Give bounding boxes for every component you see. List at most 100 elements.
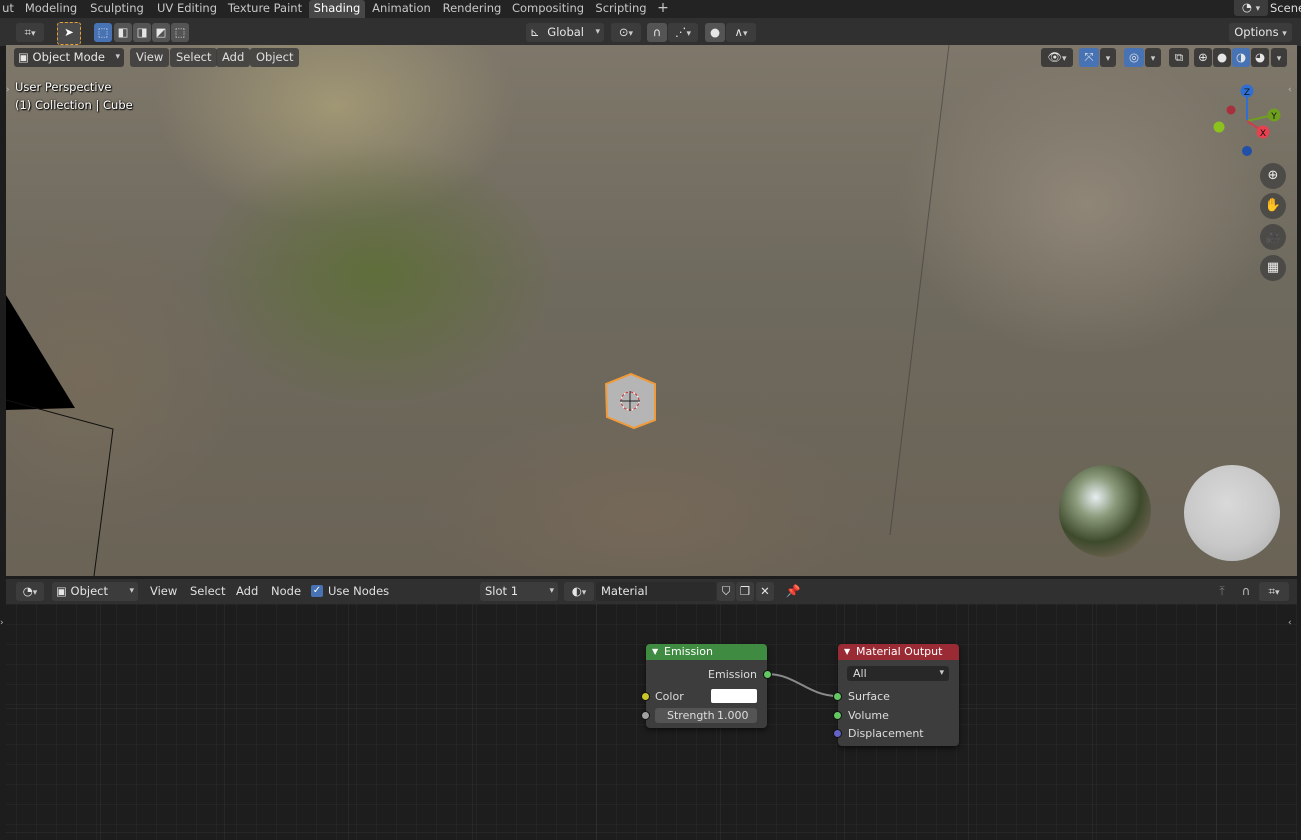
material-output-header[interactable]: ▼ Material Output (838, 644, 959, 660)
shield-icon: ⛉ (721, 584, 731, 598)
tab-modeling[interactable]: Modeling (22, 0, 80, 18)
displacement-input-socket[interactable] (833, 729, 842, 738)
use-nodes-checkbox[interactable]: ✓ (311, 585, 323, 597)
emission-output-label: Emission (708, 668, 757, 681)
node-menu-add[interactable]: Add (230, 582, 264, 601)
output-target-dropdown[interactable]: All ▾ (847, 666, 949, 681)
tab-sculpting[interactable]: Sculpting (87, 0, 147, 18)
scene-selector[interactable]: ◔ ▾ (1234, 0, 1268, 16)
duplicate-icon: ❐ (739, 584, 751, 598)
editor-type-button[interactable]: ⌗▾ (16, 23, 44, 42)
color-input-socket[interactable] (641, 692, 650, 701)
select-mode-extend[interactable]: ◧ (114, 23, 132, 42)
tab-compositing[interactable]: Compositing (511, 0, 585, 18)
cursor-icon: ➤ (64, 25, 74, 39)
tab-scripting[interactable]: Scripting (592, 0, 650, 18)
scene-name[interactable]: Scene (1270, 0, 1301, 18)
material-sphere-icon: ◐ (571, 584, 582, 598)
proportional-falloff-dropdown[interactable]: ∧▾ (726, 23, 756, 42)
tab-rendering[interactable]: Rendering (440, 0, 504, 18)
node-snap-dropdown[interactable]: ⌗▾ (1259, 582, 1289, 601)
node-menu-view[interactable]: View (144, 582, 183, 601)
navigation-gizmo[interactable]: Z Y X (1204, 81, 1284, 161)
tab-shading[interactable]: Shading (309, 0, 365, 18)
chevron-down-icon: ▾ (628, 29, 634, 39)
workspace-tab-bar: ut Modeling Sculpting UV Editing Texture… (0, 0, 1301, 18)
snap-magnet-icon[interactable]: ∩ (1237, 582, 1255, 601)
material-browse-button[interactable]: ◐▾ (564, 582, 594, 601)
material-name-field[interactable]: Material (596, 582, 716, 601)
select-mode-invert[interactable]: ◩ (152, 23, 170, 42)
pin-icon[interactable]: 📌 (784, 582, 802, 601)
node-editor-type-button[interactable]: ◔▾ (16, 582, 44, 601)
snap-toggle[interactable]: ∩ (647, 23, 667, 42)
hand-pan-icon[interactable]: ✋ (1260, 193, 1286, 219)
volume-label: Volume (848, 709, 889, 722)
strength-field[interactable]: Strength 1.000 (655, 708, 757, 723)
material-output-node[interactable]: ▼ Material Output All ▾ Surface Volume D… (833, 644, 959, 746)
chevron-down-icon: ▾ (549, 586, 554, 596)
emission-node-title: Emission (664, 645, 713, 658)
material-name-value: Material (601, 584, 648, 598)
shader-type-value: Object (70, 584, 108, 598)
chevron-down-icon: ▾ (686, 29, 692, 39)
scene-icon: ◔ (1241, 0, 1252, 14)
fake-user-button[interactable]: ⛉ (717, 582, 735, 601)
camera-view-icon[interactable]: 🎥 (1260, 224, 1286, 250)
select-intersect-icon: ⬚ (174, 25, 186, 39)
gizmo-neg-y-handle[interactable] (1213, 121, 1225, 133)
tab-texture-paint[interactable]: Texture Paint (226, 0, 304, 18)
unlink-material-button[interactable]: ✕ (756, 582, 774, 601)
node-toolbar-expand-icon[interactable]: › (0, 618, 4, 628)
options-dropdown[interactable]: Options ▾ (1229, 23, 1292, 42)
emission-to-surface-link (766, 673, 839, 697)
select-tool-button[interactable]: ➤ (57, 22, 81, 45)
new-material-button[interactable]: ❐ (736, 582, 754, 601)
select-invert-icon: ◩ (155, 25, 167, 39)
transform-orientation-value: Global (547, 25, 584, 39)
parent-node-tree-icon[interactable]: ⤒ (1213, 582, 1231, 601)
tab-animation[interactable]: Animation (369, 0, 434, 18)
select-subtract-icon: ◨ (136, 25, 148, 39)
shader-type-dropdown[interactable]: ▣ Object ▾ (52, 582, 138, 601)
emission-node-header[interactable]: ▼ Emission (646, 644, 767, 660)
select-mode-intersect[interactable]: ⬚ (171, 23, 189, 42)
select-mode-new[interactable]: ⬚ (94, 23, 112, 42)
diffuse-preview-sphere (1184, 465, 1280, 561)
proportional-edit-toggle[interactable]: ● (705, 23, 725, 42)
select-extend-icon: ◧ (117, 25, 129, 39)
emission-node[interactable]: ▼ Emission Emission Color Strength 1.000 (641, 644, 772, 728)
emission-output-socket[interactable] (763, 670, 772, 679)
collapse-arrow-icon[interactable]: ▼ (844, 644, 850, 660)
strength-input-socket[interactable] (641, 711, 650, 720)
use-nodes-label: Use Nodes (328, 584, 390, 598)
gizmo-neg-x-handle[interactable] (1226, 105, 1236, 115)
node-editor-canvas[interactable]: › ‹ ▼ Emission Emission Color Strength 1… (0, 604, 1297, 840)
slot-dropdown[interactable]: Slot 1 ▾ (480, 582, 558, 601)
chevron-down-icon: ▾ (1274, 588, 1280, 598)
gizmo-neg-z-handle[interactable] (1242, 146, 1252, 156)
output-target-value: All (853, 667, 867, 680)
select-mode-subtract[interactable]: ◨ (133, 23, 151, 42)
collapse-arrow-icon[interactable]: ▼ (652, 644, 658, 660)
gizmo-y-label: Y (1270, 112, 1277, 122)
node-menu-node[interactable]: Node (265, 582, 307, 601)
color-swatch[interactable] (711, 689, 757, 703)
transform-orientation-dropdown[interactable]: ⊾ Global ▾ (526, 23, 604, 42)
perspective-grid-icon[interactable]: ▦ (1260, 255, 1286, 281)
light-line (889, 45, 950, 536)
volume-input-socket[interactable] (833, 711, 842, 720)
chevron-down-icon: ▾ (595, 27, 600, 37)
pivot-point-dropdown[interactable]: ⊙▾ (611, 23, 641, 42)
node-menu-select[interactable]: Select (184, 582, 231, 601)
zoom-icon[interactable]: ⊕ (1260, 163, 1286, 189)
3d-viewport[interactable]: ▣ Object Mode ▾ View Select Add Object 👁… (6, 45, 1297, 576)
tab-uv-editing[interactable]: UV Editing (153, 0, 221, 18)
chevron-down-icon: ▾ (1282, 29, 1287, 39)
tab-layout[interactable]: ut (0, 0, 16, 18)
color-label: Color (655, 690, 684, 703)
snap-target-dropdown[interactable]: ⋰▾ (668, 23, 698, 42)
box-select-icon: ⬚ (97, 25, 109, 39)
add-workspace-button[interactable]: + (654, 0, 672, 18)
surface-input-socket[interactable] (833, 692, 842, 701)
